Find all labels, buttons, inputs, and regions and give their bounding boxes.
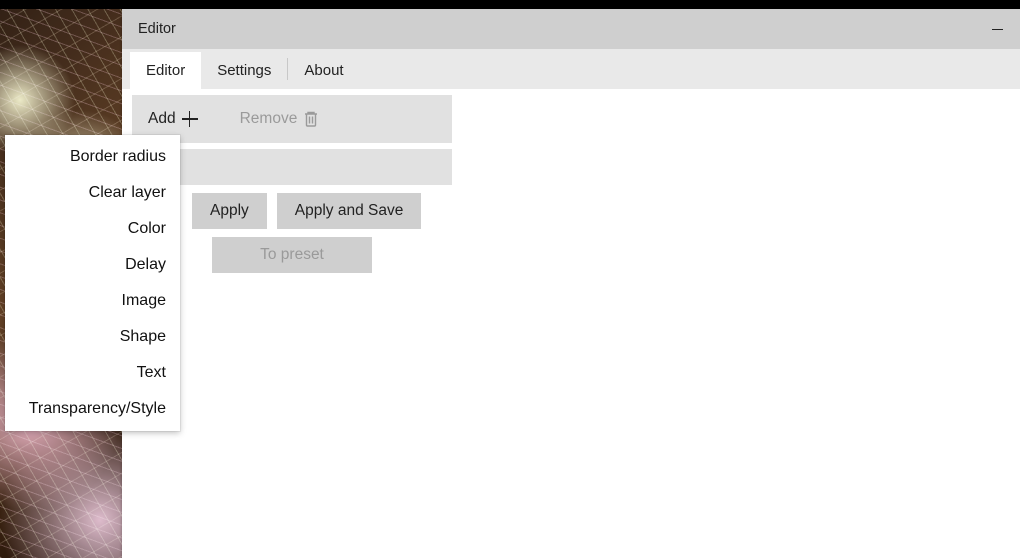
menu-item-image[interactable]: Image: [5, 283, 180, 319]
button-label: Apply: [210, 202, 249, 219]
titlebar[interactable]: Editor: [122, 9, 1020, 49]
menu-item-transparency[interactable]: Transparency/Style: [5, 391, 180, 427]
apply-button[interactable]: Apply: [192, 193, 267, 229]
button-label: To preset: [260, 246, 324, 263]
toolbar-row-addremove: Add Remove: [132, 95, 452, 143]
plus-icon: [182, 111, 198, 127]
editor-window: Editor Editor Settings About Add: [122, 9, 1020, 558]
tab-label: About: [304, 62, 343, 79]
menu-item-color[interactable]: Color: [5, 211, 180, 247]
trash-icon: [303, 110, 319, 128]
menu-item-border-radius[interactable]: Border radius: [5, 139, 180, 175]
add-button[interactable]: Add: [142, 106, 204, 132]
apply-and-save-button[interactable]: Apply and Save: [277, 193, 422, 229]
window-controls: [974, 9, 1020, 49]
menu-item-text[interactable]: Text: [5, 355, 180, 391]
tab-label: Editor: [146, 62, 185, 79]
menu-item-shape[interactable]: Shape: [5, 319, 180, 355]
tab-bar: Editor Settings About: [122, 49, 1020, 89]
toolbar-row-apply: Apply Apply and Save: [132, 193, 452, 229]
button-label: Apply and Save: [295, 202, 404, 219]
minimize-icon: [992, 29, 1003, 30]
taskbar-top-strip: [0, 0, 1020, 9]
tab-settings[interactable]: Settings: [201, 52, 287, 89]
toolbar-row-preset: To preset: [132, 237, 452, 273]
tab-editor[interactable]: Editor: [130, 52, 201, 89]
add-dropdown-menu: Border radius Clear layer Color Delay Im…: [5, 135, 180, 431]
menu-item-delay[interactable]: Delay: [5, 247, 180, 283]
window-title: Editor: [138, 21, 176, 37]
tab-label: Settings: [217, 62, 271, 79]
editor-content: Add Remove Apply: [122, 89, 1020, 558]
to-preset-button[interactable]: To preset: [212, 237, 372, 273]
layer-list-placeholder[interactable]: [132, 149, 452, 185]
tab-about[interactable]: About: [288, 52, 359, 89]
minimize-button[interactable]: [974, 9, 1020, 49]
add-label: Add: [148, 110, 176, 128]
remove-label: Remove: [240, 110, 298, 128]
remove-button[interactable]: Remove: [234, 106, 326, 132]
toolbar-panel: Add Remove Apply: [132, 95, 452, 273]
menu-item-clear-layer[interactable]: Clear layer: [5, 175, 180, 211]
